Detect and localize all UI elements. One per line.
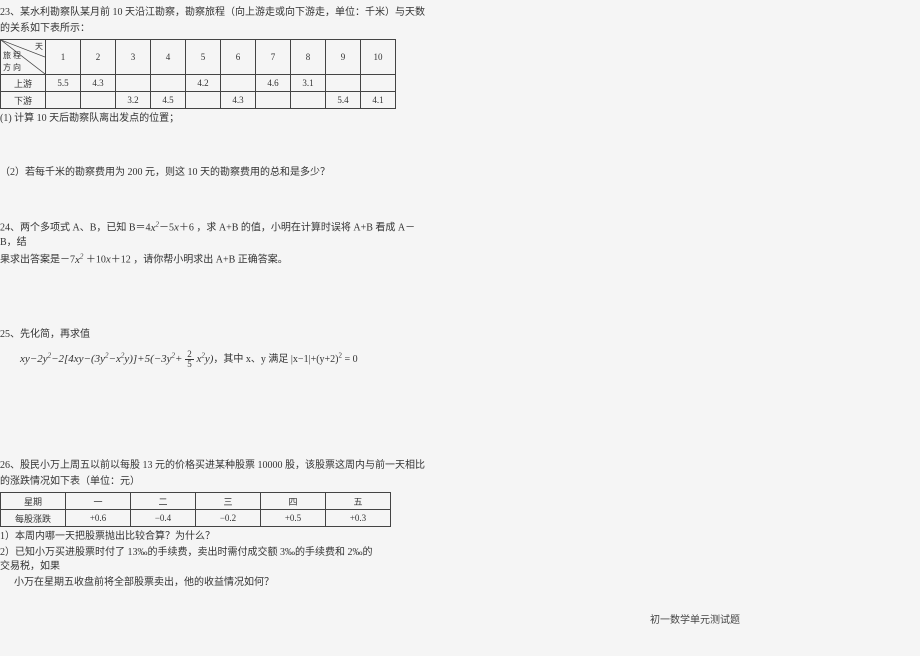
q26-sub1: 1）本周内哪一天把股票抛出比较合算？为什么？ xyxy=(0,530,430,544)
q26-hdr: 四 xyxy=(261,493,326,510)
q23-cell: 4.6 xyxy=(256,75,291,92)
q23-cell xyxy=(361,75,396,92)
q26-hdr: 二 xyxy=(131,493,196,510)
question-24: 24、两个多项式 A、B，已知 B＝4x2－5x＋6 ，求 A+B 的值，小明在… xyxy=(0,220,430,268)
q23-cell: 4.3 xyxy=(221,92,256,109)
q23-cell xyxy=(81,92,116,109)
q23-day: 6 xyxy=(221,40,256,75)
q23-cell xyxy=(291,92,326,109)
q26-cell: +0.5 xyxy=(261,510,326,527)
q26-cell: 每股涨跌 xyxy=(1,510,66,527)
q23-row-up-label: 上游 xyxy=(1,75,46,92)
q23-table: 天 旅 程 方 向 1 2 3 4 5 6 7 8 9 10 上游 5.5 4.… xyxy=(0,39,396,109)
q23-cell: 4.2 xyxy=(186,75,221,92)
q23-cell: 5.4 xyxy=(326,92,361,109)
question-26: 26、股民小万上周五以前以每股 13 元的价格买进某种股票 10000 股，该股… xyxy=(0,459,430,544)
q23-cell: 3.2 xyxy=(116,92,151,109)
question-25: 25、先化简，再求值 xy−2y2−2[4xy−(3y2−x2y)]+5(−3y… xyxy=(0,328,430,369)
q23-diag-header: 天 旅 程 方 向 xyxy=(1,40,46,75)
q26b-line1: 2）已知小万买进股票时付了 13‰的手续费，卖出时需付成交额 3‰的手续费和 2… xyxy=(0,546,380,574)
q26-hdr: 三 xyxy=(196,493,261,510)
q23-day: 3 xyxy=(116,40,151,75)
q23-intro-2: 的关系如下表所示： xyxy=(0,22,430,36)
q23-cell: 4.3 xyxy=(81,75,116,92)
q25-title: 25、先化简，再求值 xyxy=(0,328,430,342)
q23-sub1: (1) 计算 10 天后勘察队离出发点的位置； xyxy=(0,112,430,126)
q23-cell xyxy=(326,75,361,92)
q26-cell: −0.2 xyxy=(196,510,261,527)
q23-cell xyxy=(186,92,221,109)
q23-day: 1 xyxy=(46,40,81,75)
q26-cell: +0.3 xyxy=(326,510,391,527)
q25-expression: xy−2y2−2[4xy−(3y2−x2y)]+5(−3y2+ 25 x2y)，… xyxy=(20,350,430,369)
q26-cell: −0.4 xyxy=(131,510,196,527)
q23-cell xyxy=(46,92,81,109)
q23-cell xyxy=(151,75,186,92)
q23-row-down-label: 下游 xyxy=(1,92,46,109)
q23-intro-1: 23、某水利勘察队某月前 10 天沿江勘察，勘察旅程（向上游走或向下游走，单位：… xyxy=(0,6,430,20)
q26-hdr: 五 xyxy=(326,493,391,510)
q23-cell: 3.1 xyxy=(291,75,326,92)
q23-cell xyxy=(256,92,291,109)
q23-cell xyxy=(116,75,151,92)
page-footer: 初一数学单元测试题 xyxy=(650,611,740,626)
q26b-line2: 小万在星期五收盘前将全部股票卖出，他的收益情况如何？ xyxy=(14,576,380,590)
q26-intro-1: 26、股民小万上周五以前以每股 13 元的价格买进某种股票 10000 股，该股… xyxy=(0,459,430,473)
q26-cell: +0.6 xyxy=(66,510,131,527)
question-26-part2: 2）已知小万买进股票时付了 13‰的手续费，卖出时需付成交额 3‰的手续费和 2… xyxy=(0,546,380,590)
q23-sub2: （2）若每千米的勘察费用为 200 元，则这 10 天的勘察费用的总和是多少？ xyxy=(0,166,430,180)
q23-day: 8 xyxy=(291,40,326,75)
q23-day: 5 xyxy=(186,40,221,75)
q23-day: 10 xyxy=(361,40,396,75)
q23-day: 9 xyxy=(326,40,361,75)
q26-hdr: 星期 xyxy=(1,493,66,510)
q23-cell: 4.1 xyxy=(361,92,396,109)
q26-table: 星期 一 二 三 四 五 每股涨跌 +0.6 −0.4 −0.2 +0.5 +0… xyxy=(0,492,391,527)
q23-day: 2 xyxy=(81,40,116,75)
q26-intro-2: 的涨跌情况如下表（单位：元） xyxy=(0,475,430,489)
q23-cell: 5.5 xyxy=(46,75,81,92)
q23-day: 7 xyxy=(256,40,291,75)
q23-cell xyxy=(221,75,256,92)
question-23: 23、某水利勘察队某月前 10 天沿江勘察，勘察旅程（向上游走或向下游走，单位：… xyxy=(0,6,430,180)
q23-day: 4 xyxy=(151,40,186,75)
q24-line2: 果求出答案是－7x2 ＋10x＋12 ，请你帮小明求出 A+B 正确答案。 xyxy=(0,252,430,268)
q23-cell: 4.5 xyxy=(151,92,186,109)
q26-hdr: 一 xyxy=(66,493,131,510)
q24-line1: 24、两个多项式 A、B，已知 B＝4x2－5x＋6 ，求 A+B 的值，小明在… xyxy=(0,220,430,250)
